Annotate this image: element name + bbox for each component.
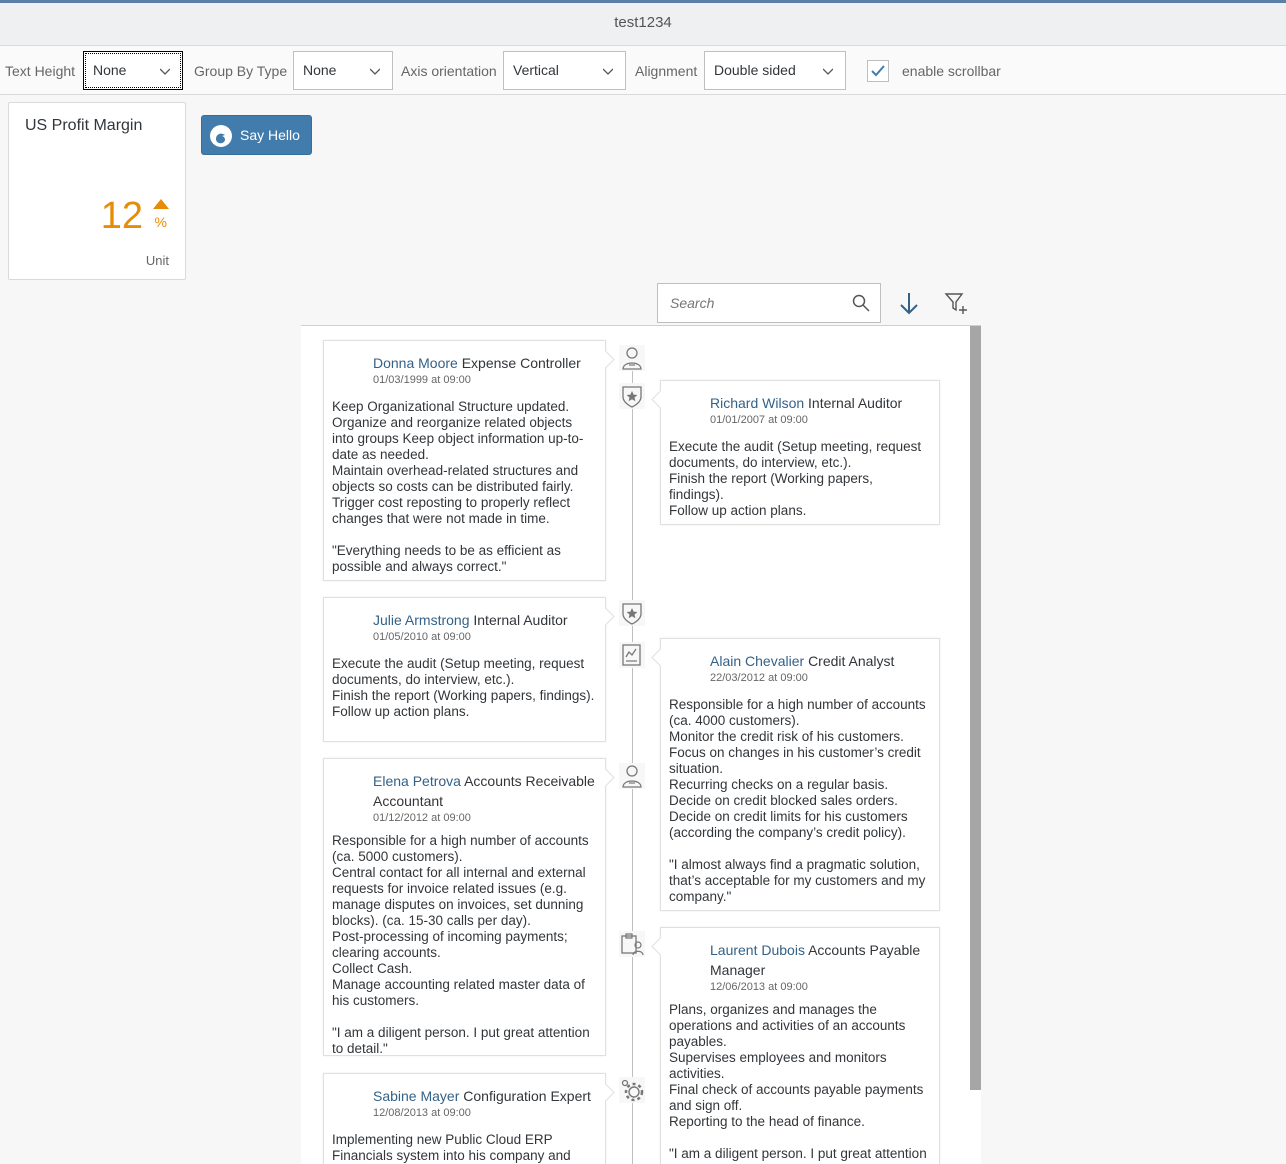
search-icon[interactable] [852,294,870,312]
item-text: Plans, organizes and manages the operati… [669,1002,927,1164]
tile-value: 12 [100,195,143,237]
timeline-item-donna-moore[interactable]: Donna Moore Expense Controller 01/03/199… [323,340,606,581]
alignment-label: Alignment [635,63,698,79]
employee-name-link[interactable]: Laurent Dubois [710,942,805,958]
group-by-type-label: Group By Type [194,63,288,79]
tile-title: US Profit Margin [25,117,143,134]
badge-icon [619,600,645,626]
axis-orientation-select[interactable]: Vertical [503,51,626,90]
card-header: Elena Petrova Accounts Receivable Accoun… [324,759,605,811]
item-date: 12/08/2013 at 09:00 [373,1107,471,1119]
item-date: 22/03/2012 at 09:00 [710,672,808,684]
kpi-tile[interactable]: US Profit Margin 12 % Unit [8,102,186,280]
employee-name-link[interactable]: Elena Petrova [373,773,461,789]
text-height-label: Text Height [5,63,76,79]
tile-unit: Unit [145,253,169,268]
employee-role: Internal Auditor [473,612,568,628]
item-date: 01/12/2012 at 09:00 [373,812,471,824]
employee-name-link[interactable]: Richard Wilson [710,395,804,411]
employee-role: Configuration Expert [463,1088,591,1104]
settings-icon [619,1077,645,1103]
arrow-down-icon[interactable] [898,292,920,316]
item-text: Execute the audit (Setup meeting, reques… [332,656,595,719]
report-icon [619,642,645,668]
timeline-item-laurent-dubois[interactable]: Laurent Dubois Accounts Payable Manager … [660,927,940,1164]
alignment-select[interactable]: Double sided [704,51,846,90]
card-header: Richard Wilson Internal Auditor [661,381,939,413]
timeline-item-alain-chevalier[interactable]: Alain Chevalier Credit Analyst 22/03/201… [660,638,940,911]
axis-orientation-value: Vertical [513,62,559,78]
chevron-down-icon [823,68,833,75]
axis-orientation-label: Axis orientation [401,63,497,79]
enable-scrollbar-checkbox[interactable] [867,60,889,82]
timeline-item-elena-petrova[interactable]: Elena Petrova Accounts Receivable Accoun… [323,758,606,1056]
card-header: Julie Armstrong Internal Auditor [324,598,605,630]
card-header: Alain Chevalier Credit Analyst [661,639,939,671]
employee-name-link[interactable]: Julie Armstrong [373,612,469,628]
card-header: Sabine Mayer Configuration Expert [324,1074,605,1106]
search-input[interactable] [670,295,830,311]
item-text: Responsible for a high number of account… [332,833,590,1056]
timeline-item-sabine-mayer[interactable]: Sabine Mayer Configuration Expert 12/08/… [323,1073,606,1164]
text-height-select[interactable]: None [83,51,183,90]
timeline-item-richard-wilson[interactable]: Richard Wilson Internal Auditor 01/01/20… [660,380,940,525]
item-date: 01/03/1999 at 09:00 [373,374,471,386]
tile-percent-sign: % [154,214,167,230]
app-title-bar: test1234 [0,0,1286,46]
employee-role: Credit Analyst [808,653,895,669]
employee-name-link[interactable]: Sabine Mayer [373,1088,459,1104]
item-text: Execute the audit (Setup meeting, reques… [669,439,922,518]
card-header: Laurent Dubois Accounts Payable Manager [661,928,939,980]
checkmark-icon [871,65,885,77]
item-date: 01/05/2010 at 09:00 [373,631,471,643]
hello-icon [210,125,232,147]
alignment-value: Double sided [714,62,796,78]
trend-up-icon [153,199,169,209]
app-title: test1234 [614,14,672,31]
chevron-down-icon [603,68,613,75]
item-text: Implementing new Public Cloud ERP Financ… [332,1132,571,1163]
timeline-item-julie-armstrong[interactable]: Julie Armstrong Internal Auditor 01/05/2… [323,597,606,742]
group-by-type-value: None [303,62,337,78]
badge-icon [619,383,645,409]
item-date: 01/01/2007 at 09:00 [710,414,808,426]
add-filter-icon[interactable] [944,292,970,316]
text-height-value: None [93,62,127,78]
employee-role: Expense Controller [461,355,581,371]
item-text: Keep Organizational Structure updated. O… [332,399,584,574]
employee-name-link[interactable]: Alain Chevalier [710,653,804,669]
say-hello-button[interactable]: Say Hello [201,115,312,155]
settings-toolbar: Text Height None Group By Type None Axis… [0,46,1286,95]
chevron-down-icon [160,68,170,75]
employee-name-link[interactable]: Donna Moore [373,355,458,371]
item-date: 12/06/2013 at 09:00 [710,981,808,993]
item-text: Responsible for a high number of account… [669,697,926,904]
group-by-type-select[interactable]: None [293,51,393,90]
timeline-scrollbar[interactable] [970,326,981,1090]
employee-icon [619,763,645,789]
employee-role: Internal Auditor [808,395,903,411]
say-hello-label: Say Hello [240,127,300,143]
employee-icon [619,345,645,371]
chevron-down-icon [370,68,380,75]
timeline-search-field[interactable] [657,283,881,323]
manager-icon [619,931,645,957]
enable-scrollbar-label: enable scrollbar [902,63,1001,79]
card-header: Donna Moore Expense Controller [324,341,605,373]
